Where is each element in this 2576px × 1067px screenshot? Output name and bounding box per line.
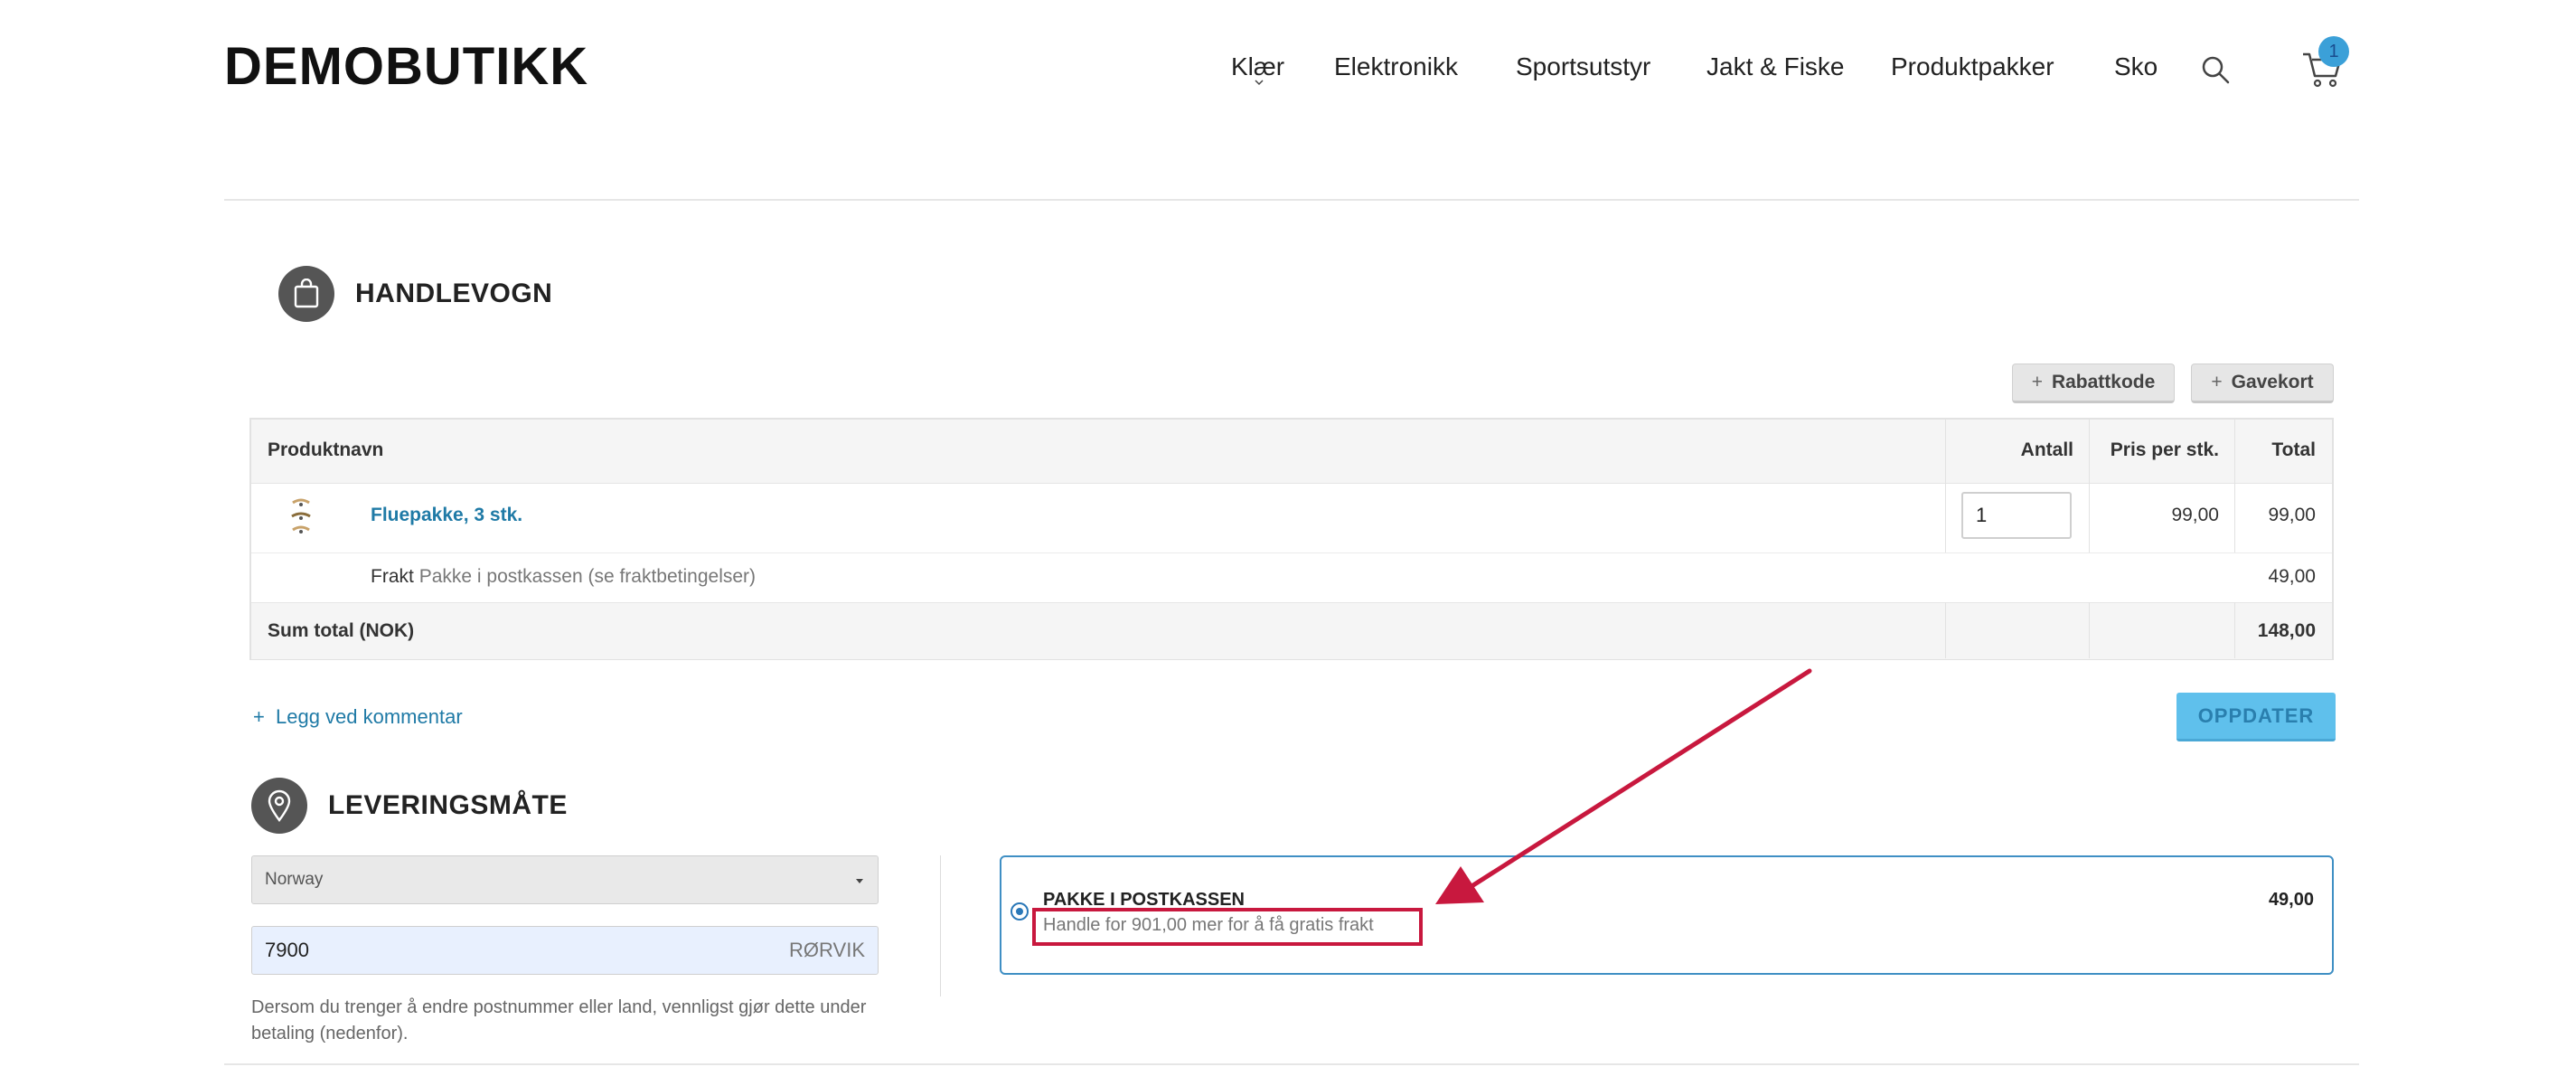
shipping-total-value: 49,00 bbox=[2268, 566, 2316, 587]
delivery-divider bbox=[940, 855, 941, 996]
location-pin-icon bbox=[251, 778, 307, 834]
postal-help-text: Dersom du trenger å endre postnummer ell… bbox=[251, 997, 867, 1043]
nav-item-produktpakker[interactable]: Produktpakker bbox=[1891, 52, 2054, 81]
add-comment-label: Legg ved kommentar bbox=[275, 705, 463, 728]
annotation-highlight-box bbox=[1032, 908, 1423, 946]
column-divider bbox=[2089, 602, 2090, 658]
column-header-quantity: Antall bbox=[2020, 439, 2073, 460]
nav-item-jakt-fiske[interactable]: Jakt & Fiske bbox=[1706, 52, 1844, 81]
quantity-input[interactable]: 1 bbox=[1961, 492, 2072, 539]
row-divider bbox=[251, 552, 2332, 553]
product-name-link[interactable]: Fluepakke, 3 stk. bbox=[371, 505, 522, 526]
column-header-product: Produktnavn bbox=[268, 439, 384, 460]
shipping-line: Frakt Pakke i postkassen (se fraktbeting… bbox=[371, 566, 756, 588]
discount-code-button[interactable]: + Rabattkode bbox=[2012, 364, 2175, 403]
item-total-value: 99,00 bbox=[2268, 505, 2316, 525]
nav-item-sportsutstyr[interactable]: Sportsutstyr bbox=[1516, 52, 1650, 81]
shipping-description[interactable]: Pakke i postkassen (se fraktbetingelser) bbox=[419, 566, 756, 587]
update-button[interactable]: OPPDATER bbox=[2176, 693, 2336, 741]
dropdown-arrow-icon bbox=[856, 879, 863, 883]
shipping-label: Frakt bbox=[371, 566, 414, 587]
gift-card-label: Gavekort bbox=[2231, 372, 2314, 392]
postal-code-value: 7900 bbox=[265, 939, 309, 961]
delivery-title: LEVERINGSMÅTE bbox=[328, 790, 568, 820]
chevron-down-icon bbox=[1255, 80, 1264, 86]
cart-title: HANDLEVOGN bbox=[355, 279, 553, 308]
sum-row bbox=[251, 602, 2332, 659]
store-logo[interactable]: DEMOBUTIKK bbox=[224, 36, 588, 97]
discount-code-label: Rabattkode bbox=[2051, 372, 2156, 392]
add-comment-link[interactable]: + Legg ved kommentar bbox=[253, 705, 463, 729]
fly-product-thumbnail[interactable] bbox=[287, 496, 315, 539]
plus-icon: + bbox=[2031, 372, 2043, 392]
sum-total-value: 148,00 bbox=[2257, 620, 2316, 641]
search-icon[interactable] bbox=[2200, 54, 2231, 85]
postal-code-input[interactable]: 7900 RØRVIK bbox=[251, 926, 879, 975]
cart-count-badge[interactable]: 1 bbox=[2318, 36, 2349, 67]
plus-icon: + bbox=[253, 705, 265, 728]
column-header-unit-price: Pris per stk. bbox=[2110, 439, 2219, 460]
annotation-arrow-icon bbox=[1435, 668, 1812, 904]
shipping-option-radio[interactable] bbox=[1011, 902, 1029, 921]
nav-item-elektronikk[interactable]: Elektronikk bbox=[1334, 52, 1458, 81]
sum-total-label: Sum total (NOK) bbox=[268, 620, 415, 641]
footer-divider bbox=[224, 1063, 2359, 1065]
country-select[interactable]: Norway bbox=[251, 855, 879, 904]
header-divider bbox=[224, 199, 2359, 201]
shipping-option-price: 49,00 bbox=[2268, 890, 2314, 910]
unit-price-value: 99,00 bbox=[2171, 505, 2219, 525]
column-header-total: Total bbox=[2271, 439, 2316, 460]
nav-item-sko[interactable]: Sko bbox=[2114, 52, 2158, 81]
plus-icon: + bbox=[2211, 372, 2223, 392]
gift-card-button[interactable]: + Gavekort bbox=[2191, 364, 2334, 403]
country-value: Norway bbox=[265, 870, 324, 889]
column-divider bbox=[1945, 602, 1946, 658]
city-value: RØRVIK bbox=[789, 939, 865, 961]
shopping-bag-icon bbox=[278, 266, 334, 322]
